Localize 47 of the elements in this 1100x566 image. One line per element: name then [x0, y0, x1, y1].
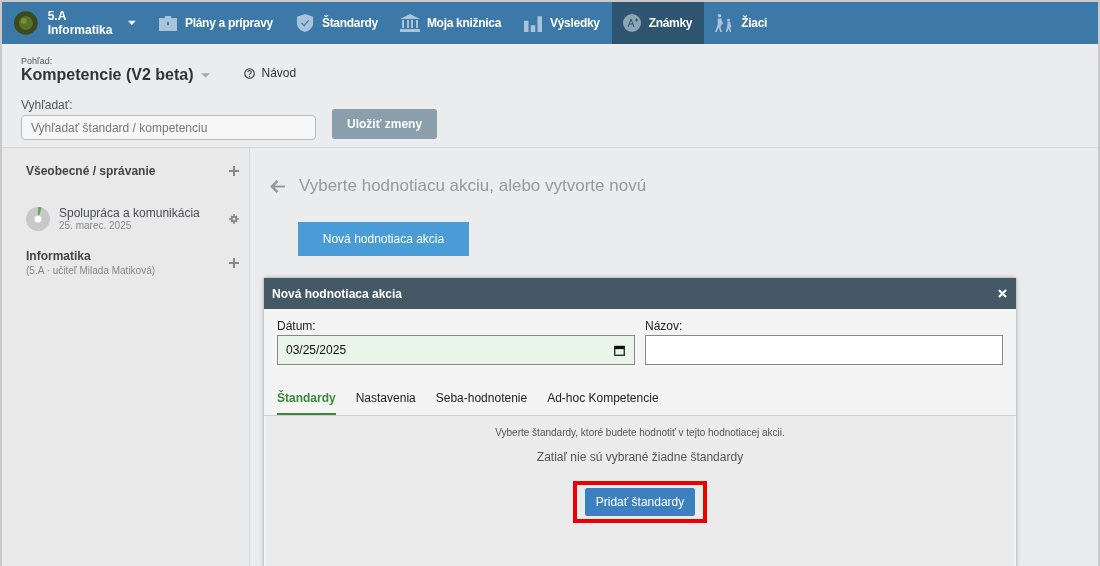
class-switcher[interactable]: 5.A Informatika	[2, 2, 148, 44]
name-field[interactable]	[645, 335, 1003, 365]
briefcase-icon	[158, 14, 178, 32]
class-name: 5.A	[47, 9, 68, 23]
nav-tab[interactable]: Známky	[611, 2, 705, 44]
nav-tab[interactable]: Žiaci	[704, 2, 780, 44]
group-title: Informatika	[26, 249, 92, 263]
new-action-button[interactable]: Nová hodnotiaca akcia	[298, 222, 469, 256]
bar-chart-icon	[523, 14, 544, 32]
action-title[interactable]: Spolupráca a komunikácia	[59, 206, 220, 220]
nav-tab[interactable]: Plány a prípravy	[148, 2, 285, 44]
settings-icon[interactable]	[229, 213, 239, 224]
progress-pie-icon	[26, 206, 50, 231]
back-arrow-icon[interactable]	[270, 179, 285, 193]
hint-text: Vyberte štandardy, ktoré budete hodnotiť v tejto hodnotiacej akcii.	[495, 427, 785, 438]
view-selector[interactable]: Kompetencie (V2 beta)	[21, 66, 194, 84]
plus-icon[interactable]	[229, 257, 239, 268]
caret-icon	[201, 72, 211, 78]
search-label: Vyhľadať:	[21, 98, 74, 112]
calendar-icon[interactable]	[614, 344, 625, 356]
prompt-text: Vyberte hodnotiacu akciu, alebo vytvorte novú	[299, 176, 647, 196]
caret-icon	[128, 20, 136, 26]
dialog-tab[interactable]: Nastavenia	[355, 391, 416, 415]
dialog-tab[interactable]: Seba-hodnotenie	[435, 391, 528, 415]
date-field[interactable]: 03/25/2025	[277, 335, 635, 365]
group-subtitle: (5.A · učiteľ Milada Matiková)	[26, 265, 157, 276]
action-date: 25. marec. 2025	[59, 220, 133, 231]
close-icon[interactable]	[998, 289, 1007, 298]
shield-icon	[294, 14, 315, 32]
nav-tab[interactable]: Moja knižnica	[389, 2, 514, 44]
help-link[interactable]: Návod	[244, 66, 297, 84]
view-caption: Pohľad:	[21, 56, 54, 66]
date-label: Dátum:	[277, 319, 317, 333]
subject-name: Informatika	[47, 23, 113, 37]
group-title: Všeobecné / správanie	[26, 164, 157, 178]
add-standards-button[interactable]: Pridať štandardy	[584, 488, 696, 516]
nav-tab[interactable]: Výsledky	[513, 2, 612, 44]
nav-tab[interactable]: Štandardy	[284, 2, 390, 44]
plus-icon[interactable]	[229, 166, 239, 176]
search-field[interactable]: Vyhľadať štandard / kompetenciu	[21, 115, 316, 140]
dialog-title: Nová hodnotiaca akcia	[272, 286, 403, 301]
bank-icon	[399, 14, 420, 32]
name-label: Názov:	[645, 319, 684, 333]
question-icon	[244, 67, 256, 79]
empty-message: Zatiaľ nie sú vybrané žiadne štandardy	[536, 450, 744, 464]
dialog-tab[interactable]: Ad-hoc Kompetencie	[547, 391, 659, 415]
grade-icon	[621, 14, 642, 32]
